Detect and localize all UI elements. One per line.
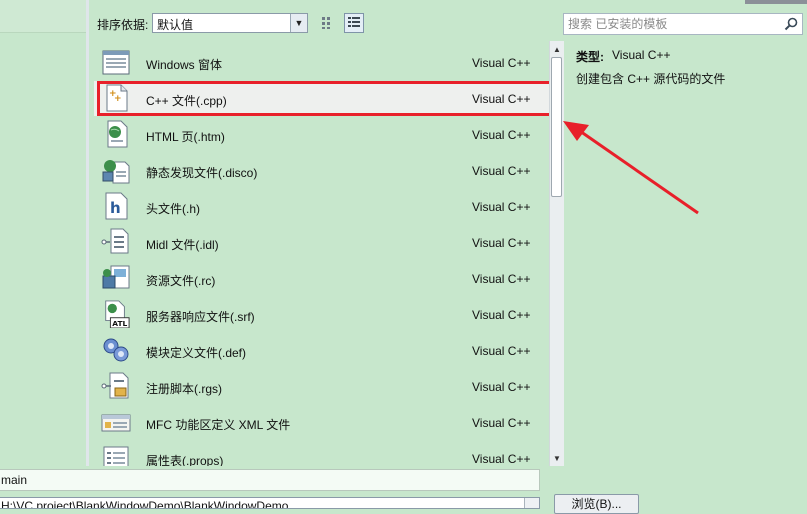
disco-file-icon — [102, 160, 130, 184]
small-icons-view-icon — [322, 17, 330, 29]
template-list-scrollbar[interactable]: ▲ ▼ — [549, 41, 564, 466]
resource-file-icon — [102, 265, 130, 289]
mfc-ribbon-icon — [101, 414, 131, 432]
file-name-field[interactable] — [0, 469, 540, 491]
template-type-value: Visual C++ — [612, 48, 671, 62]
details-view-button[interactable] — [344, 13, 364, 33]
small-icons-view-button[interactable] — [318, 13, 338, 33]
annotation-highlight-box — [97, 81, 554, 116]
template-category-pane — [0, 0, 86, 466]
template-name: 属性表(.props) — [146, 454, 224, 466]
template-description: 创建包含 C++ 源代码的文件 — [576, 72, 726, 86]
browse-button[interactable]: 浏览(B)... — [554, 494, 639, 514]
template-name: HTML 页(.htm) — [146, 130, 225, 144]
atl-srf-icon: ATL — [105, 300, 130, 328]
template-name: 注册脚本(.rgs) — [146, 382, 222, 396]
template-name: Midl 文件(.idl) — [146, 238, 219, 252]
midl-file-icon — [101, 228, 129, 254]
template-name: MFC 功能区定义 XML 文件 — [146, 418, 291, 432]
template-name: 静态发现文件(.disco) — [146, 166, 258, 180]
template-type: Visual C++ — [472, 56, 531, 70]
search-box[interactable] — [563, 13, 803, 35]
list-item[interactable]: h 头文件(.h) Visual C++ — [89, 188, 548, 224]
template-type-label: 类型: — [576, 50, 604, 64]
list-item[interactable]: 资源文件(.rc) Visual C++ — [89, 260, 548, 296]
location-value: H:\VC project\BlankWindowDemo\BlankWindo… — [1, 499, 289, 509]
list-item[interactable]: 模块定义文件(.def) Visual C++ — [89, 332, 548, 368]
sort-dropdown-value: 默认值 — [157, 18, 194, 32]
html-page-icon — [107, 120, 128, 148]
location-dropdown[interactable]: H:\VC project\BlankWindowDemo\BlankWindo… — [0, 497, 540, 509]
search-icon[interactable] — [783, 16, 799, 32]
template-name: 头文件(.h) — [146, 202, 201, 216]
template-name: Windows 窗体 — [146, 58, 223, 72]
template-name: 服务器响应文件(.srf) — [146, 310, 255, 324]
template-type: Visual C++ — [472, 128, 531, 142]
scroll-down-arrow-icon[interactable]: ▼ — [550, 451, 564, 465]
window-title-strip — [745, 0, 807, 4]
sort-dropdown[interactable]: 默认值 ▼ — [152, 13, 308, 33]
template-type: Visual C++ — [472, 344, 531, 358]
chevron-down-icon[interactable]: ▼ — [290, 14, 307, 32]
template-type: Visual C++ — [472, 236, 531, 250]
template-type: Visual C++ — [472, 452, 531, 466]
list-item[interactable]: HTML 页(.htm) Visual C++ — [89, 116, 548, 152]
chevron-down-icon[interactable] — [524, 498, 539, 508]
template-type: Visual C++ — [472, 272, 531, 286]
template-type: Visual C++ — [472, 164, 531, 178]
rgs-file-icon — [101, 372, 129, 399]
list-item[interactable]: 属性表(.props) Visual C++ — [89, 440, 548, 466]
details-view-icon — [348, 17, 360, 27]
windows-form-icon — [102, 50, 130, 75]
header-file-icon: h — [105, 192, 128, 220]
list-item[interactable]: Midl 文件(.idl) Visual C++ — [89, 224, 548, 260]
template-type: Visual C++ — [472, 416, 531, 430]
template-type: Visual C++ — [472, 380, 531, 394]
annotation-arrow-icon — [563, 121, 699, 215]
template-name: 资源文件(.rc) — [146, 274, 216, 288]
list-item[interactable]: Windows 窗体 Visual C++ — [89, 44, 548, 80]
list-item[interactable]: 静态发现文件(.disco) Visual C++ — [89, 152, 548, 188]
category-pane-header — [0, 0, 86, 33]
props-file-icon — [103, 446, 129, 466]
svg-text:ATL: ATL — [112, 319, 127, 328]
template-type: Visual C++ — [472, 200, 531, 214]
list-item[interactable]: ATL 服务器响应文件(.srf) Visual C++ — [89, 296, 548, 332]
search-input[interactable] — [568, 16, 778, 32]
svg-text:h: h — [110, 199, 121, 217]
sort-label: 排序依据: — [97, 18, 149, 32]
scroll-up-arrow-icon[interactable]: ▲ — [550, 42, 564, 56]
def-file-icon — [103, 338, 129, 362]
template-name: 模块定义文件(.def) — [146, 346, 247, 360]
template-type: Visual C++ — [472, 308, 531, 322]
list-item[interactable]: 注册脚本(.rgs) Visual C++ — [89, 368, 548, 404]
list-item[interactable]: MFC 功能区定义 XML 文件 Visual C++ — [89, 404, 548, 440]
